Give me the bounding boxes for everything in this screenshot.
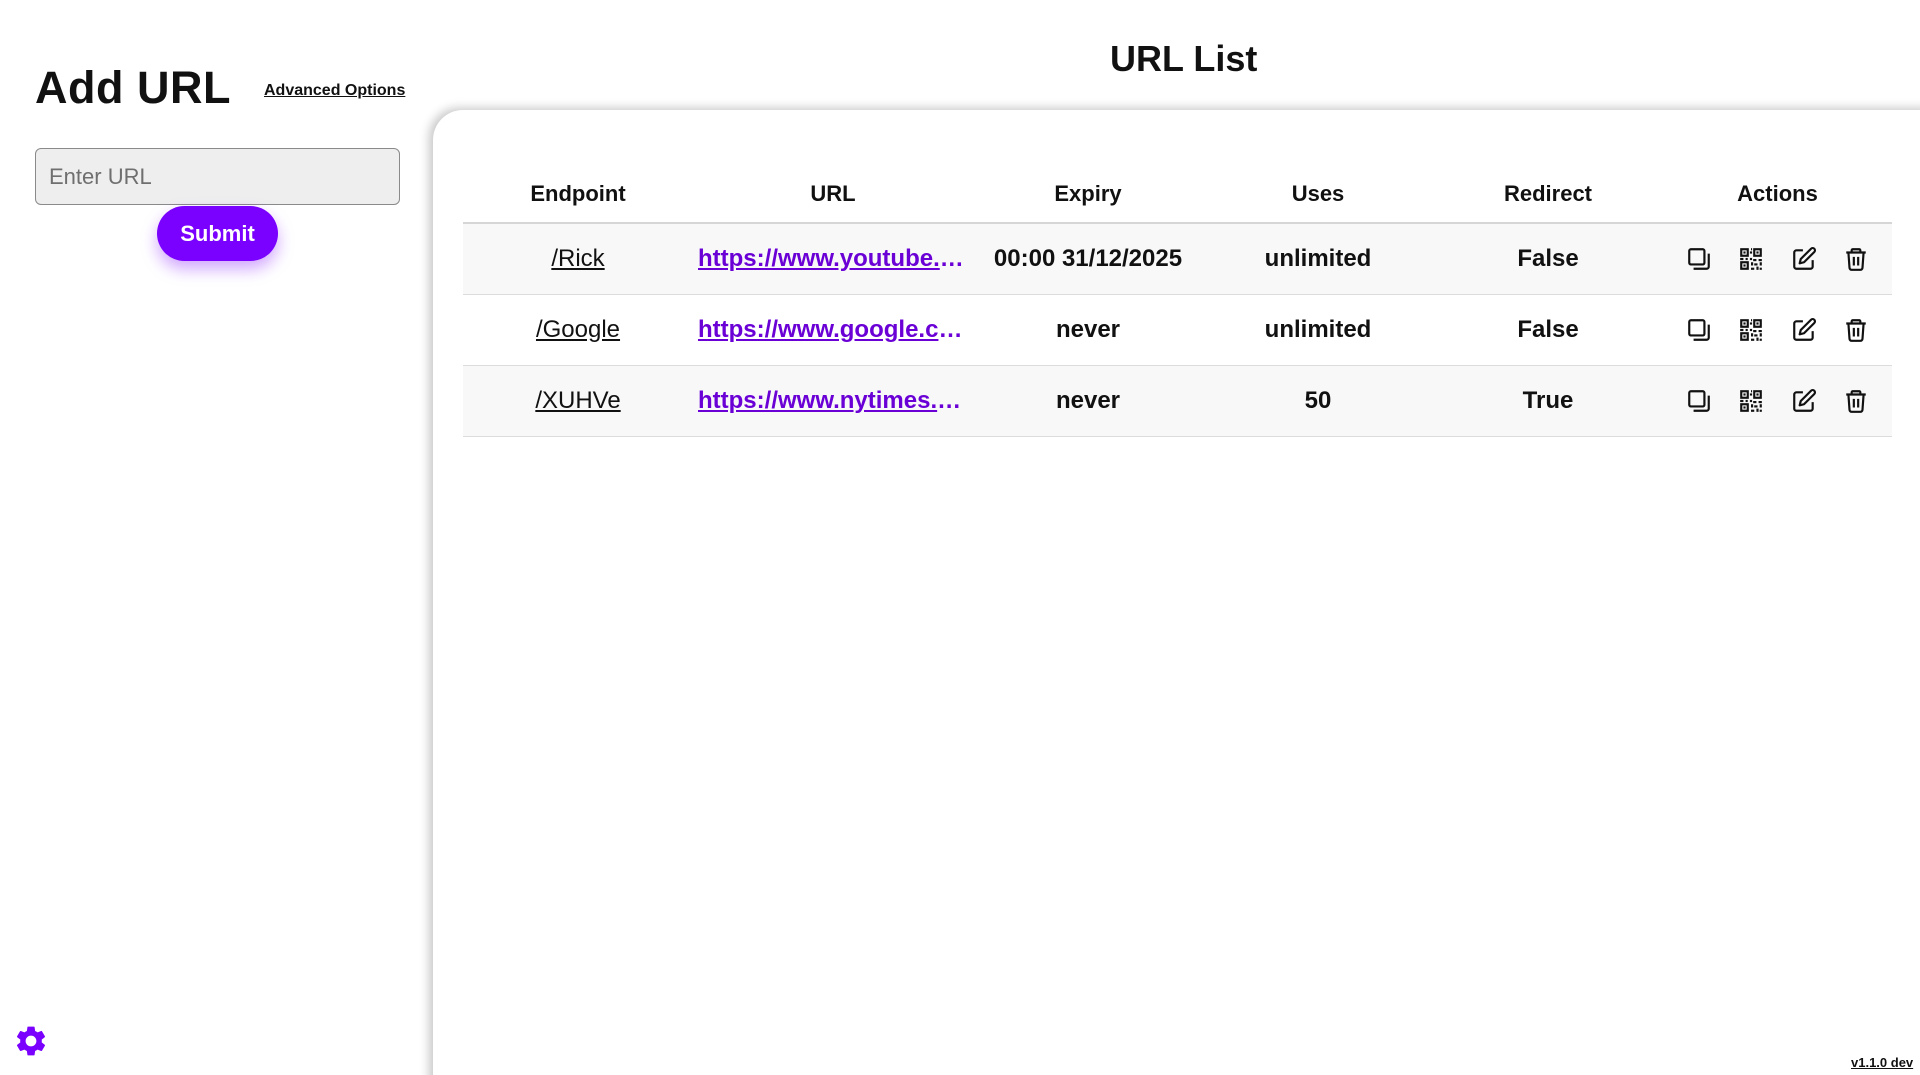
endpoint-link[interactable]: /Google — [536, 316, 620, 343]
trash-icon[interactable] — [1841, 244, 1871, 274]
column-header-endpoint: Endpoint — [463, 165, 693, 224]
endpoint-cell: /Rick — [463, 223, 693, 295]
endpoint-link[interactable]: /XUHVe — [535, 387, 620, 414]
copy-icon[interactable] — [1684, 315, 1714, 345]
submit-button[interactable]: Submit — [157, 206, 278, 261]
actions-cell — [1663, 365, 1892, 437]
column-header-actions: Actions — [1663, 165, 1892, 224]
url-table: Endpoint URL Expiry Uses Redirect Action… — [463, 165, 1892, 437]
url-input[interactable] — [35, 148, 400, 205]
add-url-panel: Add URL Advanced Options Submit — [0, 0, 430, 1075]
uses-cell: 50 — [1203, 365, 1433, 437]
edit-icon[interactable] — [1789, 386, 1819, 416]
url-list-title: URL List — [1110, 38, 1258, 79]
redirect-cell: True — [1433, 365, 1663, 437]
advanced-options-link[interactable]: Advanced Options — [264, 82, 405, 100]
edit-icon[interactable] — [1789, 244, 1819, 274]
url-link[interactable]: https://www.nytimes.c... — [698, 387, 968, 415]
copy-icon[interactable] — [1684, 386, 1714, 416]
trash-icon[interactable] — [1841, 315, 1871, 345]
url-link[interactable]: https://www.youtube.c... — [698, 245, 968, 273]
endpoint-cell: /XUHVe — [463, 365, 693, 437]
actions-cell — [1663, 294, 1892, 366]
url-link[interactable]: https://www.google.com — [698, 316, 968, 344]
expiry-cell: never — [973, 294, 1203, 366]
table-row: /XUHVe https://www.nytimes.c... never 50… — [463, 365, 1892, 437]
qr-code-icon[interactable] — [1736, 386, 1766, 416]
version-link[interactable]: v1.1.0 dev — [1851, 1055, 1913, 1070]
gear-icon — [16, 1026, 46, 1056]
table-header-row: Endpoint URL Expiry Uses Redirect Action… — [463, 165, 1892, 224]
actions-cell — [1663, 223, 1892, 295]
copy-icon[interactable] — [1684, 244, 1714, 274]
column-header-redirect: Redirect — [1433, 165, 1663, 224]
app: Add URL Advanced Options Submit URL List… — [0, 0, 1920, 1075]
uses-cell: unlimited — [1203, 294, 1433, 366]
add-url-title: Add URL — [35, 62, 231, 113]
endpoint-cell: /Google — [463, 294, 693, 366]
expiry-cell: never — [973, 365, 1203, 437]
qr-code-icon[interactable] — [1736, 315, 1766, 345]
table-row: /Rick https://www.youtube.c... 00:00 31/… — [463, 223, 1892, 295]
uses-cell: unlimited — [1203, 223, 1433, 295]
url-cell: https://www.nytimes.c... — [693, 365, 973, 437]
table-row: /Google https://www.google.com never unl… — [463, 294, 1892, 366]
redirect-cell: False — [1433, 294, 1663, 366]
expiry-cell: 00:00 31/12/2025 — [973, 223, 1203, 295]
settings-button[interactable] — [12, 1022, 50, 1060]
column-header-expiry: Expiry — [973, 165, 1203, 224]
column-header-uses: Uses — [1203, 165, 1433, 224]
endpoint-link[interactable]: /Rick — [551, 245, 604, 272]
trash-icon[interactable] — [1841, 386, 1871, 416]
edit-icon[interactable] — [1789, 315, 1819, 345]
column-header-url: URL — [693, 165, 973, 224]
url-cell: https://www.youtube.c... — [693, 223, 973, 295]
qr-code-icon[interactable] — [1736, 244, 1766, 274]
url-cell: https://www.google.com — [693, 294, 973, 366]
redirect-cell: False — [1433, 223, 1663, 295]
